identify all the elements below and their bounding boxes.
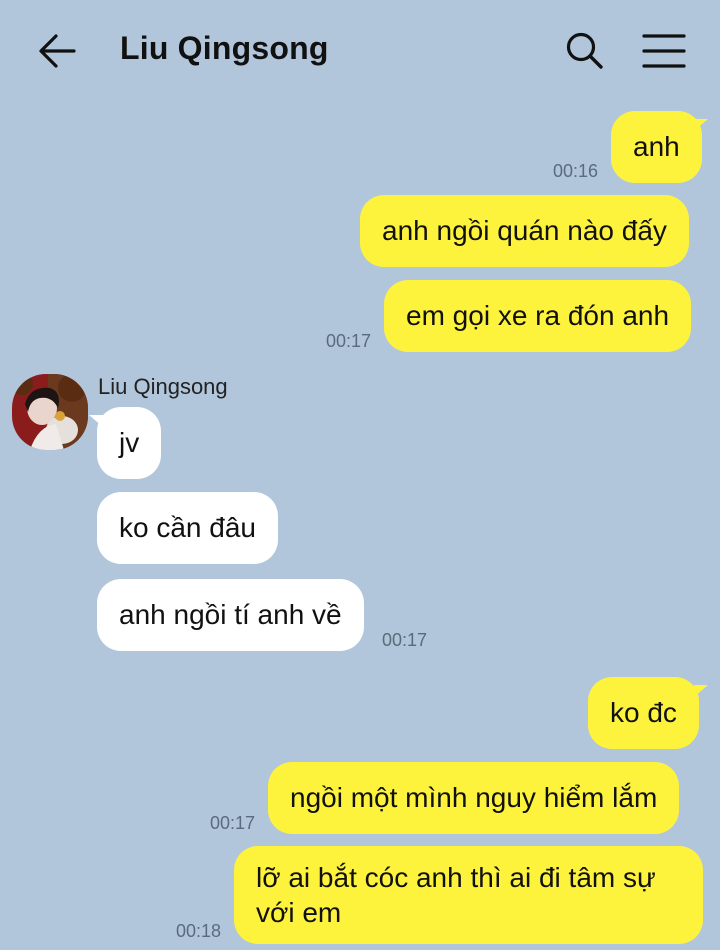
message-bubble-outgoing[interactable]: anh: [611, 111, 702, 183]
bubble-tail: [89, 415, 103, 427]
chat-title: Liu Qingsong: [120, 30, 329, 66]
sender-name: Liu Qingsong: [98, 374, 228, 399]
back-button[interactable]: [34, 30, 80, 72]
message-bubble-incoming[interactable]: anh ngồi tí anh về: [97, 579, 364, 651]
message-bubble-outgoing[interactable]: em gọi xe ra đón anh: [384, 280, 692, 352]
message-bubble-incoming[interactable]: ko cần đâu: [97, 492, 278, 564]
menu-button[interactable]: [640, 30, 688, 72]
message-timestamp: 00:18: [176, 921, 222, 941]
message-bubble-outgoing[interactable]: ko đc: [588, 677, 699, 749]
hamburger-menu-icon: [642, 34, 686, 68]
search-icon: [566, 32, 603, 69]
message-bubble-outgoing[interactable]: lỡ ai bắt cóc anh thì ai đi tâm sự với e…: [234, 846, 703, 944]
message-bubble-outgoing[interactable]: ngồi một mình nguy hiểm lắm: [268, 762, 680, 834]
message-timestamp: 00:17: [210, 813, 256, 833]
avatar-photo: [12, 374, 88, 450]
message-timestamp: 00:17: [326, 331, 372, 351]
search-button[interactable]: [562, 28, 608, 74]
bubble-tail: [694, 685, 708, 697]
message-bubble-outgoing[interactable]: anh ngồi quán nào đấy: [360, 195, 689, 267]
contact-avatar[interactable]: [12, 374, 88, 450]
arrow-left-icon: [39, 34, 76, 68]
message-bubble-incoming[interactable]: jv: [97, 407, 162, 479]
message-timestamp: 00:16: [553, 161, 599, 181]
bubble-tail: [694, 119, 708, 131]
message-timestamp: 00:17: [382, 630, 428, 650]
chat-header: Liu Qingsong: [0, 0, 720, 100]
